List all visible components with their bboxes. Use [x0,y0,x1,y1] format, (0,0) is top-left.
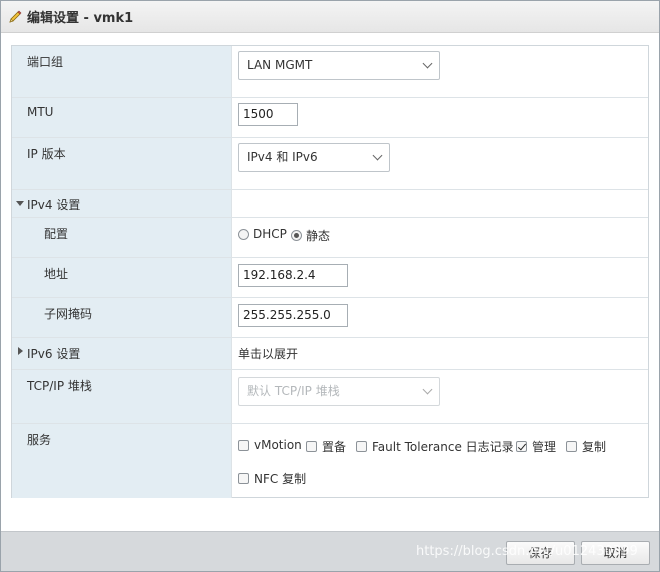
service-provisioning[interactable]: 置备 [306,438,346,455]
dialog-title: 编辑设置 - vmk1 [27,11,134,26]
ipv6-section-toggle[interactable]: IPv6 设置 [12,338,232,369]
service-vmotion[interactable]: vMotion [238,438,302,452]
service-replication[interactable]: 复制 [566,438,606,455]
checkbox[interactable] [238,473,249,484]
checkbox[interactable] [356,441,367,452]
row-services: 服务 vMotion 置备 Fault Tolerance 日志记录 管理 复制… [12,424,648,498]
chevron-down-icon [422,58,433,69]
checkbox[interactable] [238,439,249,451]
checkbox-checked[interactable] [516,441,527,452]
ip-version-label: IP 版本 [27,147,66,161]
checkbox[interactable] [566,441,577,452]
tcpip-label: TCP/IP 堆栈 [27,379,92,393]
row-ipv4-subnet: 子网掩码 255.255.255.0 [12,298,648,338]
row-ipv6-section: IPv6 设置 单击以展开 [12,338,648,370]
edit-settings-dialog: 编辑设置 - vmk1 端口组 LAN MGMT MTU 1500 IP 版本 [0,0,660,572]
ipv6-section-label: IPv6 设置 [27,347,81,361]
ipv6-expand-hint[interactable]: 单击以展开 [238,345,298,362]
service-fault-tolerance[interactable]: Fault Tolerance 日志记录 [356,438,514,455]
row-tcpip-stack: TCP/IP 堆栈 默认 TCP/IP 堆栈 [12,370,648,424]
expand-arrow-icon [18,347,23,355]
port-group-label: 端口组 [27,55,64,69]
radio-button[interactable] [238,228,249,240]
service-management[interactable]: 管理 [516,438,556,455]
settings-form: 端口组 LAN MGMT MTU 1500 IP 版本 IPv4 和 IPv6 [11,45,649,498]
row-ip-version: IP 版本 IPv4 和 IPv6 [12,138,648,190]
chevron-down-icon [372,150,383,161]
services-label: 服务 [27,433,52,447]
row-ipv4-config: 配置 DHCP 静态 [12,218,648,258]
ip-version-select[interactable]: IPv4 和 IPv6 [238,143,390,172]
subnet-label: 子网掩码 [44,307,93,321]
dhcp-radio[interactable]: DHCP [238,227,287,241]
radio-button-selected[interactable] [291,230,302,241]
tcpip-stack-select: 默认 TCP/IP 堆栈 [238,377,440,406]
checkbox[interactable] [306,441,317,452]
ipv4-section-label: IPv4 设置 [27,198,81,212]
row-ipv4-section: IPv4 设置 [12,190,648,218]
ipv4-section-toggle[interactable]: IPv4 设置 [12,190,232,217]
port-group-select[interactable]: LAN MGMT [238,51,440,80]
service-nfc-replication[interactable]: NFC 复制 [238,470,306,487]
subnet-input[interactable]: 255.255.255.0 [238,304,348,327]
chevron-down-icon [422,384,433,395]
mtu-input[interactable]: 1500 [238,103,298,126]
row-port-group: 端口组 LAN MGMT [12,46,648,98]
expand-arrow-icon [16,201,24,206]
address-input[interactable]: 192.168.2.4 [238,264,348,287]
mtu-label: MTU [27,105,54,119]
config-label: 配置 [44,227,69,241]
pencil-icon [9,10,22,23]
row-mtu: MTU 1500 [12,98,648,138]
static-radio[interactable]: 静态 [291,227,330,244]
dialog-titlebar: 编辑设置 - vmk1 [1,1,659,33]
row-ipv4-address: 地址 192.168.2.4 [12,258,648,298]
address-label: 地址 [44,267,69,281]
watermark: https://blog.csdn.net/u012430399 [416,544,638,559]
